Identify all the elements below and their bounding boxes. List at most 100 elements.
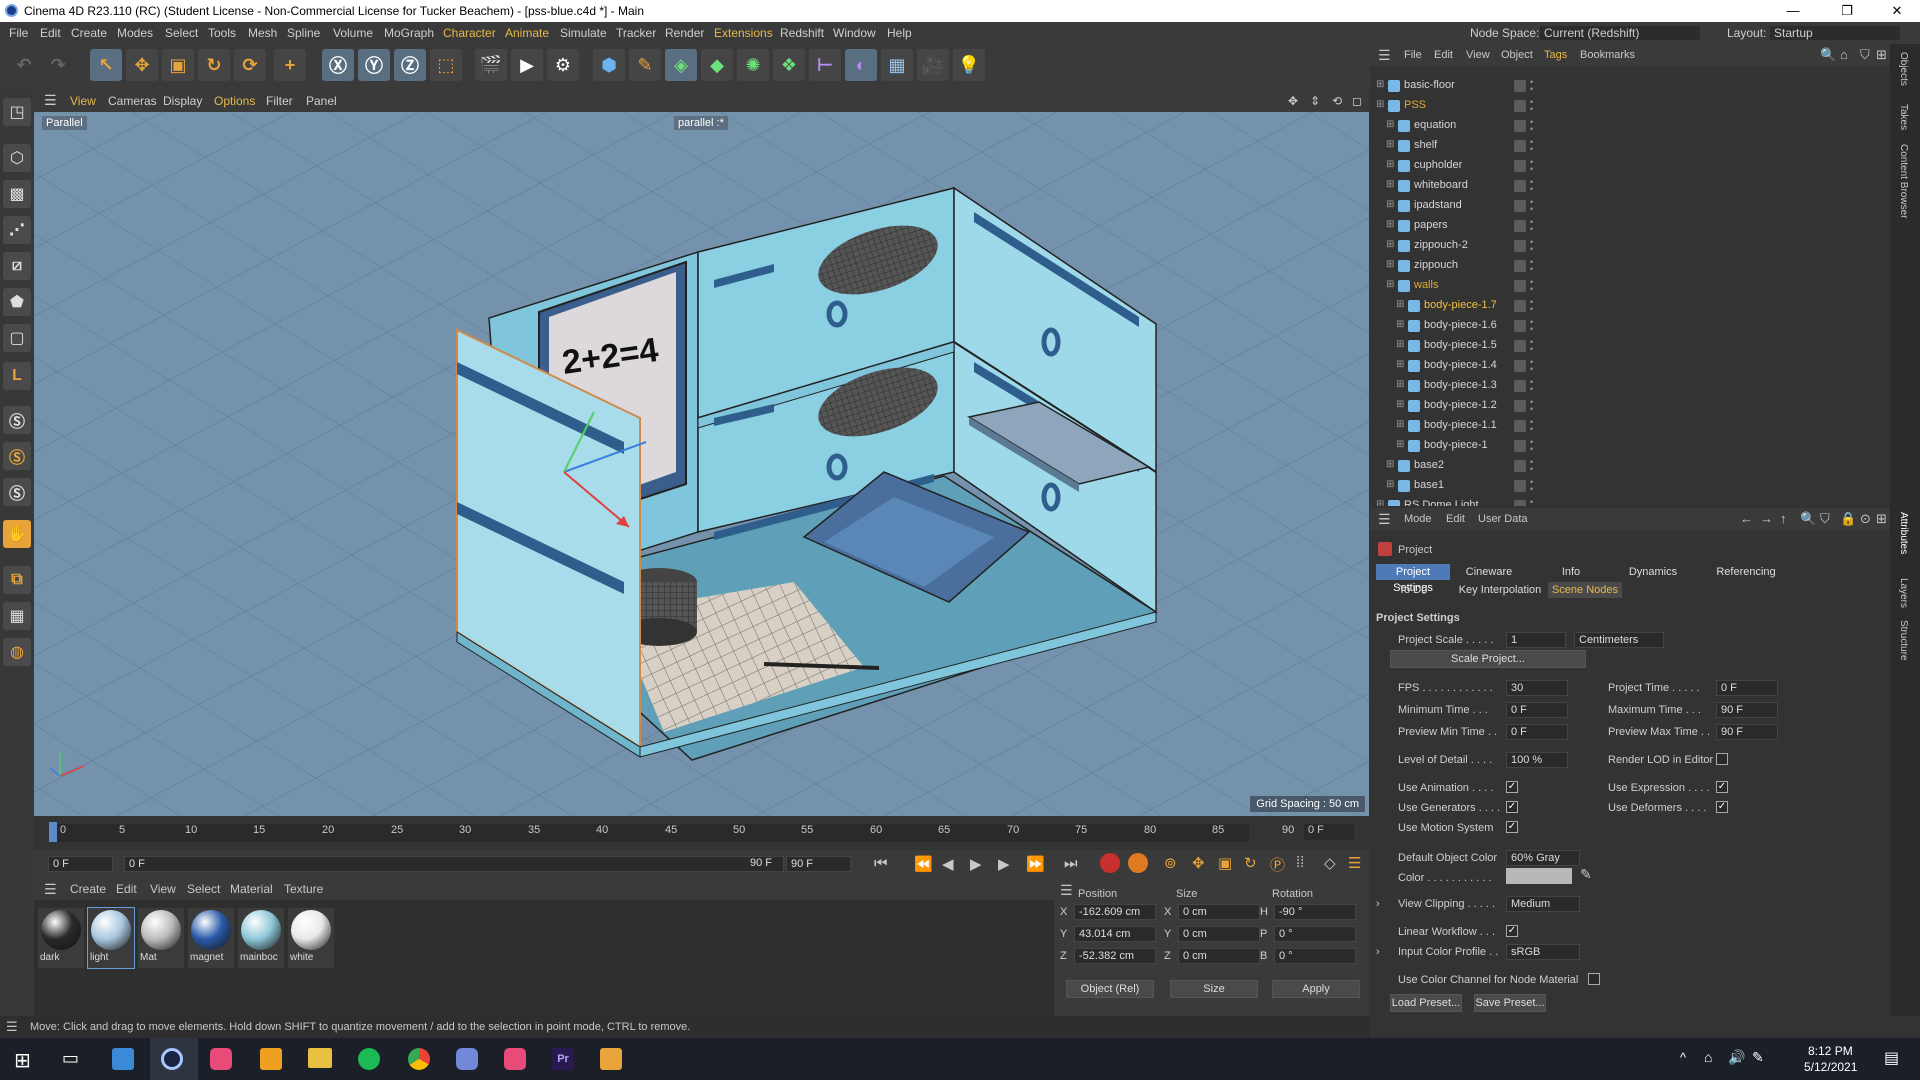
taskbar-time[interactable]: 8:12 PM [1808,1044,1853,1058]
material-hamburger-icon[interactable]: ☰ [44,881,57,898]
project-time-field[interactable]: 0 F [1716,680,1778,696]
expand-icon[interactable]: ⊞ [1376,99,1384,110]
eyedropper-icon[interactable]: ✎ [1580,866,1592,883]
expand-icon[interactable]: ⊞ [1386,239,1394,250]
expand-icon[interactable]: ⊞ [1386,159,1394,170]
object-name[interactable]: zippouch [1414,259,1458,271]
windows-start-icon[interactable]: ⊞ [14,1048,31,1073]
autokey-icon[interactable] [1128,853,1148,873]
model-mode-icon[interactable]: ⬡ [3,144,31,172]
visibility-dots-icon[interactable]: •• [1530,238,1533,254]
menu-select[interactable]: Select [165,26,198,40]
visibility-dots-icon[interactable]: •• [1530,398,1533,414]
object-row[interactable]: ⊞ shelf • • [1370,136,1890,156]
object-row[interactable]: ⊞ basic-floor • • [1370,76,1890,96]
use-expression-checkbox[interactable]: ✓ [1716,781,1728,793]
key-param-icon[interactable]: Ⓟ [1270,854,1285,875]
visibility-dots-icon[interactable]: •• [1530,78,1533,94]
layer-icon[interactable] [1514,240,1526,252]
material-menu-material[interactable]: Material [230,882,273,896]
key-pla-icon[interactable]: ⁞⁞ [1296,854,1304,871]
object-filter-icon[interactable]: ⛉ [1860,47,1870,63]
menu-extensions[interactable]: Extensions [714,26,773,40]
taskbar-discord-icon[interactable] [456,1048,478,1070]
material-swatch[interactable]: magnet [188,908,234,968]
prev-frame-icon[interactable]: ◀ [942,855,954,873]
object-row[interactable]: ⊞ body-piece-1.3 • • [1370,376,1890,396]
input-profile-dropdown[interactable]: sRGB [1506,944,1580,960]
menu-tracker[interactable]: Tracker [616,26,656,40]
coord-pos-field[interactable]: -162.609 cm [1074,904,1156,920]
visibility-dots-icon[interactable]: •• [1530,458,1533,474]
psr-tool-icon[interactable]: ⟳ [234,49,266,81]
layer-icon[interactable] [1514,120,1526,132]
camera-icon[interactable]: 🎥 [917,49,949,81]
object-row[interactable]: ⊞ body-piece-1.5 • • [1370,336,1890,356]
attr-lock-icon[interactable]: 🔒 [1840,511,1856,527]
menu-spline[interactable]: Spline [287,26,320,40]
viewport-menu-cameras[interactable]: Cameras [108,94,157,108]
object-name[interactable]: ipadstand [1414,199,1462,211]
object-name[interactable]: body-piece-1.6 [1424,319,1497,331]
scale-tool-icon[interactable]: ▣ [162,49,194,81]
side-tab-content-browser[interactable]: Content Browser [1898,144,1909,218]
object-name[interactable]: zippouch-2 [1414,239,1468,251]
tray-volume-icon[interactable]: 🔊 [1728,1049,1745,1066]
viewport-zoom-icon[interactable]: ⇕ [1310,94,1320,108]
menu-mesh[interactable]: Mesh [248,26,277,40]
coord-mode-dropdown[interactable]: Object (Rel) [1066,980,1154,998]
viewport-menu-panel[interactable]: Panel [306,94,337,108]
key-position-icon[interactable]: ✥ [1192,854,1205,872]
viewport-menu-view[interactable]: View [70,94,96,108]
layer-icon[interactable] [1514,500,1526,506]
visibility-dots-icon[interactable]: •• [1530,418,1533,434]
coord-pos-field[interactable]: 43.014 cm [1074,926,1156,942]
floor-icon[interactable]: ▦ [881,49,913,81]
attr-search-icon[interactable]: 🔍 [1800,511,1816,527]
object-row[interactable]: ⊞ RS Dome Light •• [1370,496,1890,506]
attr-back-icon[interactable]: ← [1740,511,1753,526]
workplane-icon[interactable]: ⧉ [3,566,31,594]
object-row[interactable]: ⊞ cupholder • • [1370,156,1890,176]
viewport-rotate-icon[interactable]: ⟲ [1332,94,1342,108]
expand-icon[interactable]: ⊞ [1376,499,1384,506]
tab-scene-nodes[interactable]: Scene Nodes [1548,582,1622,598]
goto-end-icon[interactable]: ⏭ [1064,855,1078,872]
key-scale-icon[interactable]: ▣ [1218,854,1232,872]
point-mode-icon[interactable]: ⋰ [3,216,31,244]
use-color-channel-checkbox[interactable] [1588,973,1600,985]
default-color-dropdown[interactable]: 60% Gray [1506,850,1580,866]
object-search-icon[interactable]: 🔍 [1820,47,1836,63]
tab-project-settings[interactable]: Project Settings [1376,564,1450,594]
attr-menu-userdata[interactable]: User Data [1478,513,1528,525]
workplane-snap-icon[interactable]: Ⓢ [3,478,31,506]
apply-button[interactable]: Apply [1272,980,1360,998]
menu-file[interactable]: File [9,26,28,40]
object-name[interactable]: body-piece-1.7 [1424,299,1497,311]
layer-icon[interactable] [1514,100,1526,112]
status-menu-icon[interactable]: ☰ [6,1019,18,1035]
coord-size-field[interactable]: 0 cm [1178,948,1260,964]
menu-volume[interactable]: Volume [333,26,373,40]
use-deformers-checkbox[interactable]: ✓ [1716,801,1728,813]
expand-icon[interactable]: ⊞ [1396,439,1404,450]
coord-size-field[interactable]: 0 cm [1178,926,1260,942]
menu-simulate[interactable]: Simulate [560,26,607,40]
object-name[interactable]: shelf [1414,139,1437,151]
object-row[interactable]: ⊞ body-piece-1.2 • • [1370,396,1890,416]
load-preset-button[interactable]: Load Preset... [1390,994,1462,1012]
attribute-hamburger-icon[interactable]: ☰ [1378,511,1391,528]
expand-icon[interactable]: ⊞ [1386,259,1394,270]
viewport-move-icon[interactable]: ✥ [1288,94,1298,108]
max-time-field[interactable]: 90 F [1716,702,1778,718]
visibility-dots-icon[interactable]: •• [1530,118,1533,134]
goto-start-icon[interactable]: ⏮ [874,855,888,872]
attr-settings-icon[interactable]: ⊙ [1860,511,1871,527]
redo-icon[interactable]: ↷ [42,49,74,81]
object-menu-view[interactable]: View [1466,49,1490,61]
min-frame-slider[interactable]: 0 F [124,856,784,872]
start-frame-field[interactable]: 0 F [48,856,113,872]
timeline-ruler[interactable]: 0 5 10 15 20 25 30 35 40 45 50 55 60 65 … [34,816,1369,850]
input-profile-expand-icon[interactable]: › [1376,946,1380,958]
play-icon[interactable]: ▶ [970,855,982,873]
